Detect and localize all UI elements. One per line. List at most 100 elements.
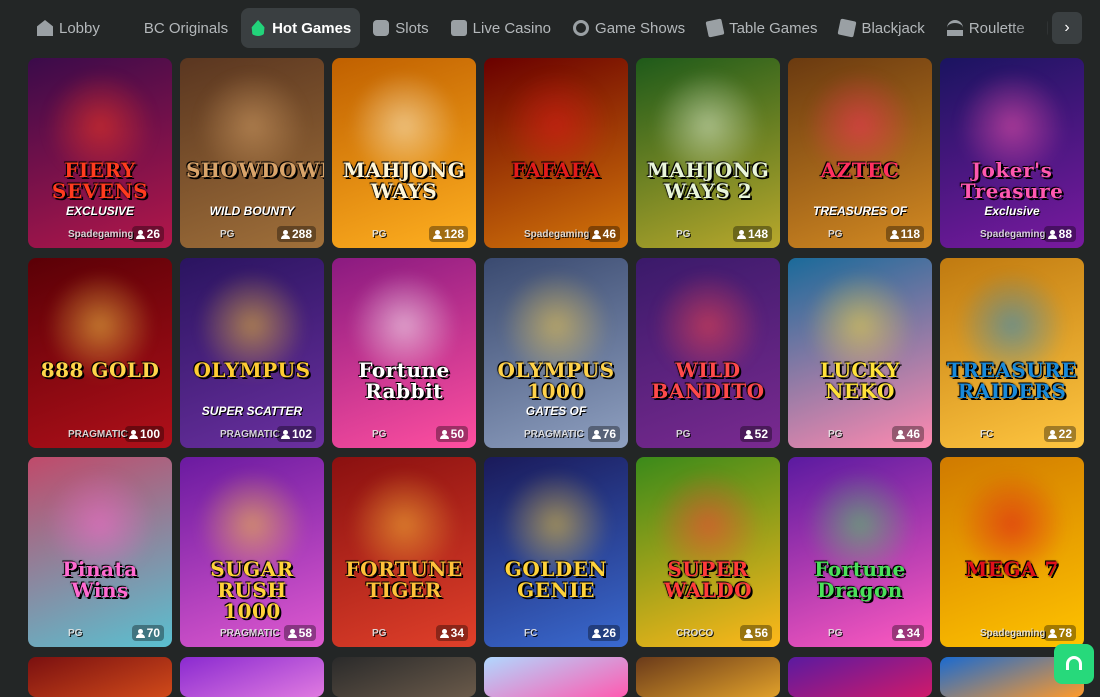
user-icon — [432, 230, 442, 239]
game-subtitle: Exclusive — [984, 204, 1040, 218]
provider-logo: PG — [676, 229, 691, 240]
player-count-value: 58 — [298, 626, 312, 640]
slot-icon — [373, 20, 390, 36]
game-title: GOLDEN GENIE — [504, 557, 608, 602]
provider-logo: PRAGMATIC — [220, 628, 280, 639]
game-title: FIERY SEVENS — [51, 158, 149, 203]
user-icon — [591, 230, 601, 239]
game-card[interactable]: MEGA 7 Spadegaming 78 — [940, 457, 1084, 647]
game-card[interactable]: SUPER WALDO CROCO 56 — [636, 457, 780, 647]
game-title: TREASURE RAIDERS — [946, 358, 1077, 403]
game-card[interactable]: SUGAR RUSH 1000 PRAGMATIC 58 — [180, 457, 324, 647]
game-title: SUPER WALDO — [663, 557, 753, 602]
player-count-value: 100 — [139, 427, 160, 441]
game-title: FAFAFA — [511, 158, 601, 182]
user-icon — [1047, 430, 1057, 439]
player-count: 26 — [131, 226, 164, 242]
player-count-value: 50 — [450, 427, 464, 441]
player-count-value: 128 — [443, 227, 464, 241]
player-count: 288 — [276, 226, 316, 242]
game-card[interactable] — [788, 657, 932, 697]
game-card[interactable]: GOLDEN GENIE FC 26 — [484, 457, 628, 647]
provider-logo: PG — [372, 229, 387, 240]
game-card[interactable]: Exclusive Joker's Treasure Spadegaming 88 — [940, 58, 1084, 248]
game-title: Joker's Treasure — [960, 158, 1064, 203]
provider-logo: PRAGMATIC — [220, 429, 280, 440]
player-count-value: 26 — [602, 626, 616, 640]
game-card[interactable]: GATES OF OLYMPUS 1000 PRAGMATIC 76 — [484, 258, 628, 448]
game-card[interactable]: EXCLUSIVE FIERY SEVENS Spadegaming 26 — [28, 58, 172, 248]
tab-bc-originals[interactable]: BC Originals — [113, 8, 237, 48]
player-count-value: 118 — [900, 227, 920, 241]
category-tabs: Lobby BC Originals Hot Games Slots Live Casi… — [28, 8, 1048, 48]
game-title: AZTEC — [820, 158, 900, 182]
game-subtitle: TREASURES OF — [812, 204, 907, 218]
game-card[interactable]: LUCKY NEKO PG 46 — [788, 258, 932, 448]
tab-blackjack[interactable]: Blackjack — [830, 8, 933, 48]
game-card[interactable]: 888 GOLD PRAGMATIC 100 — [28, 258, 172, 448]
player-count: 70 — [131, 625, 164, 641]
game-card[interactable] — [484, 657, 628, 697]
game-card[interactable] — [28, 657, 172, 697]
player-count: 118 — [885, 226, 924, 242]
support-button[interactable] — [1054, 644, 1094, 684]
player-count: 34 — [891, 625, 924, 641]
game-card[interactable]: WILD BANDITO PG 52 — [636, 258, 780, 448]
tab-slots[interactable]: Slots — [364, 8, 437, 48]
user-icon — [895, 629, 905, 638]
provider-logo: PG — [828, 628, 843, 639]
tab-hot-games[interactable]: Hot Games — [241, 8, 361, 48]
user-icon — [889, 230, 899, 239]
game-title: OLYMPUS — [193, 358, 311, 382]
player-count: 22 — [1043, 426, 1076, 442]
game-card[interactable]: WILD BOUNTY SHOWDOWN PG 288 — [180, 58, 324, 248]
flame-icon — [251, 20, 265, 36]
player-count-value: 288 — [291, 227, 312, 241]
player-count: 128 — [428, 226, 468, 242]
nav-fade — [1010, 8, 1052, 48]
game-card[interactable]: Fortune Dragon PG 34 — [788, 457, 932, 647]
player-count-value: 70 — [146, 626, 160, 640]
player-count: 100 — [124, 426, 164, 442]
player-count-value: 26 — [146, 227, 160, 241]
game-card[interactable] — [332, 657, 476, 697]
home-icon — [37, 20, 53, 36]
user-icon — [135, 230, 145, 239]
player-count: 56 — [739, 625, 772, 641]
user-icon — [1047, 230, 1057, 239]
game-card[interactable]: SUPER SCATTER OLYMPUS PRAGMATIC 102 — [180, 258, 324, 448]
game-card[interactable]: Fortune Rabbit PG 50 — [332, 258, 476, 448]
tab-live-casino[interactable]: Live Casino — [442, 8, 560, 48]
user-icon — [895, 430, 905, 439]
game-card[interactable]: FORTUNE TIGER PG 34 — [332, 457, 476, 647]
tab-table-games[interactable]: Table Games — [698, 8, 826, 48]
game-title: SHOWDOWN — [186, 158, 324, 182]
provider-logo: PG — [220, 229, 235, 240]
nav-next-button[interactable]: › — [1052, 12, 1082, 44]
player-count-value: 76 — [602, 427, 616, 441]
tab-lobby[interactable]: Lobby — [28, 8, 109, 48]
game-card[interactable] — [180, 657, 324, 697]
player-count: 34 — [435, 625, 468, 641]
game-card[interactable]: MAHJONG WAYS 2 PG 148 — [636, 58, 780, 248]
game-title: FORTUNE TIGER — [345, 557, 463, 602]
provider-logo: PG — [372, 628, 387, 639]
player-count-value: 34 — [906, 626, 920, 640]
game-card[interactable]: TREASURE RAIDERS FC 22 — [940, 258, 1084, 448]
tab-game-shows[interactable]: Game Shows — [564, 8, 694, 48]
game-card[interactable]: MAHJONG WAYS PG 128 — [332, 58, 476, 248]
player-count-value: 78 — [1058, 626, 1072, 640]
user-icon — [287, 629, 297, 638]
game-card[interactable]: FAFAFA Spadegaming 46 — [484, 58, 628, 248]
game-title: Fortune Dragon — [814, 557, 906, 602]
game-card[interactable]: TREASURES OF AZTEC PG 118 — [788, 58, 932, 248]
player-count: 76 — [587, 426, 620, 442]
player-count: 88 — [1043, 226, 1076, 242]
table-games-icon — [705, 18, 725, 38]
player-count: 78 — [1043, 625, 1076, 641]
game-card[interactable]: Pinata Wins PG 70 — [28, 457, 172, 647]
player-count-value: 88 — [1058, 227, 1072, 241]
game-card[interactable] — [636, 657, 780, 697]
provider-logo: PG — [676, 429, 691, 440]
tab-label: Live Casino — [472, 19, 552, 37]
